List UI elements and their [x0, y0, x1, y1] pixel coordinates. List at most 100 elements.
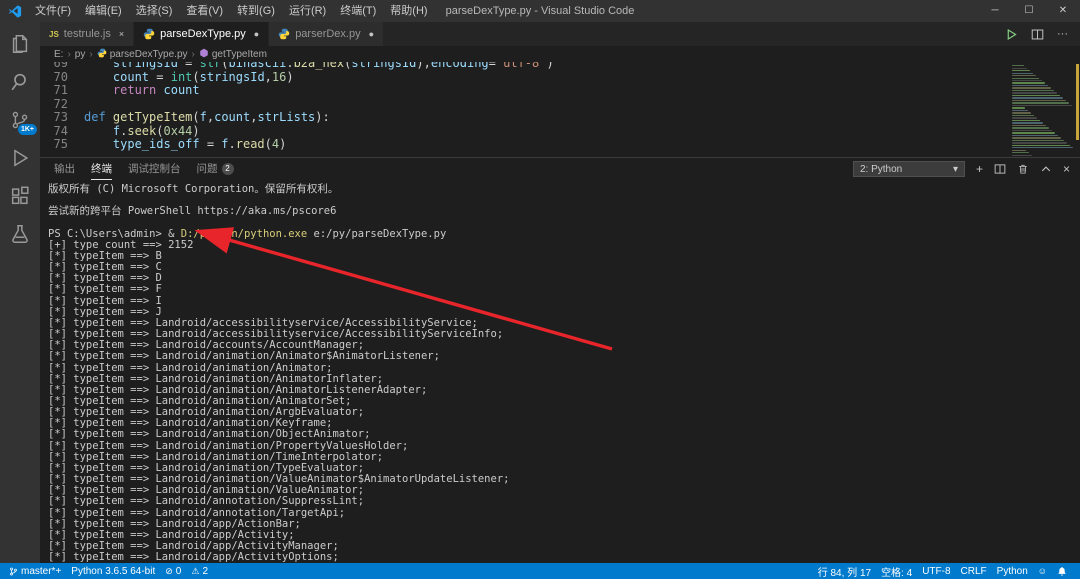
activity-extensions[interactable]: [0, 177, 40, 215]
minimap-line: [1012, 129, 1052, 132]
activity-source-control[interactable]: 1K+: [0, 101, 40, 139]
breadcrumb-separator-icon: ›: [191, 48, 195, 60]
code-line: 75 type_ids_off = f.read(4): [40, 137, 1008, 152]
breadcrumb-label: parseDexType.py: [109, 48, 188, 60]
breadcrumb-item[interactable]: E:: [54, 49, 63, 60]
breadcrumb-item[interactable]: py: [75, 49, 86, 60]
breadcrumb-item[interactable]: parseDexType.py: [97, 48, 188, 61]
maximize-button[interactable]: ☐: [1012, 0, 1046, 22]
tab-bar: JS testrule.js × parseDexType.py ● parserDex.…: [40, 22, 1080, 46]
search-icon: [9, 71, 31, 93]
panel-tab-label: 问题: [196, 163, 218, 175]
menu-item[interactable]: 转到(G): [230, 0, 282, 22]
run-python-file-icon[interactable]: [1005, 28, 1018, 41]
new-terminal-icon[interactable]: +: [976, 162, 983, 176]
git-branch-status[interactable]: master*+: [4, 563, 66, 579]
indentation[interactable]: 空格: 4: [876, 563, 917, 579]
minimize-button[interactable]: ─: [978, 0, 1012, 22]
activity-search[interactable]: [0, 63, 40, 101]
minimap-line: [1012, 152, 1029, 154]
breadcrumb-item[interactable]: getTypeItem: [199, 48, 267, 61]
status-label: 2: [202, 565, 208, 577]
minimap-line: [1012, 99, 1066, 102]
overview-ruler: [1076, 64, 1079, 140]
close-panel-icon[interactable]: ×: [1063, 162, 1070, 176]
tab-strip: JS testrule.js × parseDexType.py ● parserDex.…: [40, 22, 385, 46]
terminal-picker[interactable]: 2: Python ▾: [852, 161, 965, 177]
panel-tab-输出[interactable]: 输出: [54, 158, 75, 180]
minimap-line: [1012, 112, 1031, 114]
eol-sequence[interactable]: CRLF: [956, 563, 992, 579]
breadcrumb: E: › py › parseDexType.py › getTypeItem: [40, 46, 1080, 62]
editor-actions: ···: [1005, 22, 1080, 46]
code-line: 71 return count: [40, 83, 1008, 98]
code-lines: 69 stringsId = str(binascii.b2a_hex(stri…: [40, 62, 1008, 152]
kill-terminal-icon[interactable]: [1017, 163, 1029, 175]
minimap[interactable]: [1008, 62, 1080, 157]
status-label: 空格: 4: [881, 567, 913, 579]
panel-tab-问题[interactable]: 问题 2: [197, 158, 234, 180]
language-mode[interactable]: Python: [992, 563, 1033, 579]
activity-explorer[interactable]: [0, 25, 40, 63]
minimap-line: [1012, 72, 1033, 74]
menu-item[interactable]: 选择(S): [129, 0, 180, 22]
scm-badge: 1K+: [17, 124, 37, 135]
modified-dot-icon[interactable]: ●: [254, 29, 259, 39]
menu-item[interactable]: 终端(T): [333, 0, 383, 22]
bell-icon: [1057, 566, 1067, 577]
panel-header: 输出 终端 调试控制台 问题 2 2: Python ▾ + ×: [40, 158, 1080, 180]
panel-tab-终端[interactable]: 终端: [91, 158, 112, 180]
terminal-line: [+] type count ==> 2152: [48, 238, 194, 251]
tab-parseDexType.py[interactable]: parseDexType.py ●: [134, 22, 270, 46]
more-actions-icon[interactable]: ···: [1057, 28, 1068, 40]
problems-errors[interactable]: ⊘ 0: [160, 563, 186, 579]
window-controls: ─ ☐ ✕: [978, 0, 1080, 22]
terminal-line: PS C:\Users\admin> & D:/python/python.ex…: [48, 227, 447, 240]
status-label: UTF-8: [922, 565, 951, 577]
menu-item[interactable]: 文件(F): [28, 0, 78, 22]
minimap-line: [1012, 102, 1069, 104]
tab-testrule.js[interactable]: JS testrule.js ×: [40, 22, 135, 46]
problems-count-badge: 2: [221, 162, 234, 175]
minimap-line: [1012, 154, 1032, 156]
notifications[interactable]: [1052, 563, 1072, 579]
menu-item[interactable]: 运行(R): [282, 0, 333, 22]
terminal-line: [*] typeItem ==> F: [48, 283, 162, 296]
panel-tab-调试控制台[interactable]: 调试控制台: [128, 158, 181, 180]
encoding[interactable]: UTF-8: [917, 563, 955, 579]
python-interpreter[interactable]: Python 3.6.5 64-bit: [66, 563, 160, 579]
panel-controls: 2: Python ▾ + ×: [852, 161, 1070, 177]
cursor-position[interactable]: 行 84, 列 17: [813, 563, 876, 579]
activity-run-debug[interactable]: [0, 139, 40, 177]
code-editor[interactable]: 69 stringsId = str(binascii.b2a_hex(stri…: [40, 62, 1008, 157]
status-label: CRLF: [960, 565, 987, 577]
minimap-line: [1012, 104, 1072, 107]
activity-test[interactable]: [0, 215, 40, 253]
close-icon[interactable]: ×: [119, 29, 124, 39]
terminal-output[interactable]: 版权所有 (C) Microsoft Corporation。保留所有权利。 尝…: [40, 180, 1080, 563]
split-terminal-icon[interactable]: [994, 163, 1006, 175]
menu-item[interactable]: 编辑(E): [78, 0, 129, 22]
panel-actions: + ×: [976, 162, 1070, 176]
dropdown-chevron-icon: ▾: [952, 163, 958, 175]
breadcrumb-label: getTypeItem: [211, 48, 267, 60]
minimap-line: [1012, 94, 1060, 97]
menu-item[interactable]: 帮助(H): [383, 0, 434, 22]
editor-group: 69 stringsId = str(binascii.b2a_hex(stri…: [40, 62, 1080, 157]
panel-tab-label: 终端: [91, 163, 112, 175]
maximize-panel-icon[interactable]: [1040, 163, 1052, 175]
feedback[interactable]: ☺: [1033, 563, 1052, 579]
menu-item[interactable]: 查看(V): [179, 0, 230, 22]
minimap-line: [1012, 127, 1049, 129]
problems-warnings[interactable]: ⚠ 2: [186, 563, 213, 579]
bottom-panel: 输出 终端 调试控制台 问题 2 2: Python ▾ + × 版权所有 (C) Mic…: [40, 157, 1080, 563]
git-branch-icon: [9, 566, 18, 577]
tab-label: parserDex.py: [295, 28, 361, 40]
close-button[interactable]: ✕: [1046, 0, 1080, 22]
modified-dot-icon[interactable]: ●: [369, 29, 374, 39]
titlebar: 文件(F) 编辑(E) 选择(S) 查看(V) 转到(G) 运行(R) 终端(T) 帮助(H)…: [0, 0, 1080, 22]
split-editor-icon[interactable]: [1031, 28, 1044, 41]
code-text: type_ids_off = f.read(4): [84, 137, 287, 151]
tab-parserDex.py[interactable]: parserDex.py ●: [269, 22, 385, 46]
tab-label: testrule.js: [63, 28, 111, 40]
